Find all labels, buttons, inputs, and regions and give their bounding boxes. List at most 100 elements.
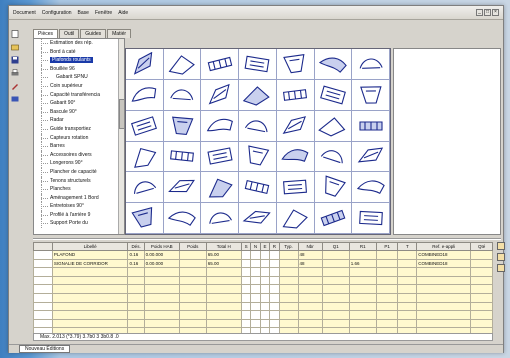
table-row[interactable] xyxy=(33,275,493,286)
part-thumbnail[interactable] xyxy=(201,79,240,111)
table-cell[interactable] xyxy=(416,301,472,312)
part-thumbnail[interactable] xyxy=(314,203,353,234)
table-cell[interactable] xyxy=(297,275,323,286)
table-row[interactable] xyxy=(33,310,493,320)
table-cell[interactable] xyxy=(416,318,472,329)
table-cell[interactable] xyxy=(205,292,242,303)
table-cell[interactable]: 0.00.000 xyxy=(143,250,180,260)
table-cell[interactable] xyxy=(278,267,299,277)
table-cell[interactable] xyxy=(416,292,472,303)
table-cell[interactable] xyxy=(127,310,145,320)
table-cell[interactable] xyxy=(51,318,129,329)
table-cell[interactable] xyxy=(269,318,280,329)
table-cell[interactable] xyxy=(240,301,252,312)
table-cell[interactable] xyxy=(205,310,242,320)
column-header[interactable]: Typ. xyxy=(278,242,299,251)
tree-item[interactable]: Longerons 90° xyxy=(34,159,124,168)
export-icon[interactable] xyxy=(11,95,19,103)
column-header[interactable]: Total H xyxy=(205,242,242,251)
table-cell[interactable] xyxy=(143,275,180,286)
table-cell[interactable] xyxy=(297,318,323,329)
table-cell[interactable]: 65.00 xyxy=(205,250,242,260)
part-thumbnail[interactable] xyxy=(314,172,353,204)
table-cell[interactable] xyxy=(127,267,145,277)
table-cell[interactable] xyxy=(470,258,493,269)
table-cell[interactable] xyxy=(278,275,299,286)
tree-item[interactable]: Accessoires divers xyxy=(34,150,124,160)
table-cell[interactable] xyxy=(348,275,377,286)
table-cell[interactable] xyxy=(259,258,271,269)
part-thumbnail[interactable] xyxy=(163,141,202,173)
table-cell[interactable] xyxy=(470,310,493,320)
table-cell[interactable] xyxy=(278,292,299,303)
table-cell[interactable] xyxy=(470,275,493,286)
table-cell[interactable] xyxy=(269,258,280,269)
part-thumbnail[interactable] xyxy=(276,203,315,234)
part-thumbnail[interactable] xyxy=(239,79,277,111)
column-header[interactable]: E xyxy=(259,242,271,251)
part-thumbnail[interactable] xyxy=(276,79,315,111)
tree-item[interactable]: Gabarit 90° xyxy=(34,99,124,108)
part-thumbnail[interactable] xyxy=(163,79,202,111)
tree-item[interactable]: Bord à caté xyxy=(34,47,124,57)
close-icon[interactable]: × xyxy=(492,9,499,16)
table-cell[interactable] xyxy=(205,318,242,329)
table-cell[interactable] xyxy=(240,275,252,286)
table-cell[interactable]: 48 xyxy=(297,258,323,269)
table-cell[interactable]: 0.00.000 xyxy=(143,258,180,269)
menu-configuration[interactable]: Configuration xyxy=(42,10,72,16)
table-cell[interactable] xyxy=(321,275,350,286)
table-cell[interactable] xyxy=(259,267,271,277)
print-icon[interactable] xyxy=(11,69,19,77)
table-cell[interactable] xyxy=(470,318,493,329)
table-cell[interactable] xyxy=(33,301,53,312)
table-cell[interactable] xyxy=(178,284,207,294)
table-cell[interactable] xyxy=(33,275,53,286)
tree-item[interactable]: Tenons structurels xyxy=(34,176,124,186)
table-cell[interactable] xyxy=(178,250,207,260)
table-cell[interactable] xyxy=(178,301,207,312)
column-header[interactable]: Q1 xyxy=(321,242,350,251)
table-cell[interactable] xyxy=(297,310,323,320)
column-header[interactable]: N xyxy=(250,242,261,251)
table-cell[interactable] xyxy=(269,292,280,303)
part-thumbnail[interactable] xyxy=(314,141,353,173)
move-row-icon[interactable] xyxy=(497,264,505,272)
part-thumbnail[interactable] xyxy=(276,110,315,142)
minimize-icon[interactable]: _ xyxy=(476,9,483,16)
tree-item[interactable]: Support Porte du xyxy=(34,219,124,228)
table-cell[interactable] xyxy=(321,301,350,312)
tree-item[interactable]: Bascule 90° xyxy=(34,107,124,117)
table-cell[interactable] xyxy=(259,301,271,312)
column-header[interactable]: Nbr xyxy=(297,242,323,251)
column-header[interactable]: Poids xyxy=(178,242,207,251)
table-cell[interactable] xyxy=(297,284,323,294)
column-header[interactable]: T xyxy=(397,242,418,251)
table-cell[interactable] xyxy=(178,318,207,329)
table-cell[interactable] xyxy=(321,318,350,329)
table-cell[interactable] xyxy=(416,267,472,277)
table-cell[interactable]: PLAFOND xyxy=(51,250,129,260)
part-thumbnail[interactable] xyxy=(163,203,202,234)
table-cell[interactable] xyxy=(259,310,271,320)
add-row-icon[interactable] xyxy=(497,242,505,250)
column-header[interactable]: R1 xyxy=(348,242,377,251)
table-cell[interactable] xyxy=(297,267,323,277)
column-header[interactable]: R xyxy=(269,242,280,251)
table-cell[interactable] xyxy=(297,301,323,312)
column-header[interactable]: Qté xyxy=(470,242,493,251)
table-cell[interactable]: 48 xyxy=(297,250,323,260)
table-cell[interactable] xyxy=(205,301,242,312)
column-header[interactable]: Ref. e-appli xyxy=(416,242,472,251)
table-cell[interactable] xyxy=(33,292,53,303)
table-cell[interactable] xyxy=(33,250,53,260)
part-thumbnail[interactable] xyxy=(126,79,164,111)
part-thumbnail[interactable] xyxy=(201,49,240,80)
tree-item[interactable]: Profilé à l'arrière 9 xyxy=(34,210,124,220)
table-cell[interactable] xyxy=(240,292,252,303)
document-tab[interactable]: Nouveau Éditions xyxy=(19,345,71,353)
table-cell[interactable] xyxy=(250,310,261,320)
table-cell[interactable] xyxy=(416,310,472,320)
part-thumbnail[interactable] xyxy=(239,141,277,173)
table-row[interactable] xyxy=(33,301,493,312)
